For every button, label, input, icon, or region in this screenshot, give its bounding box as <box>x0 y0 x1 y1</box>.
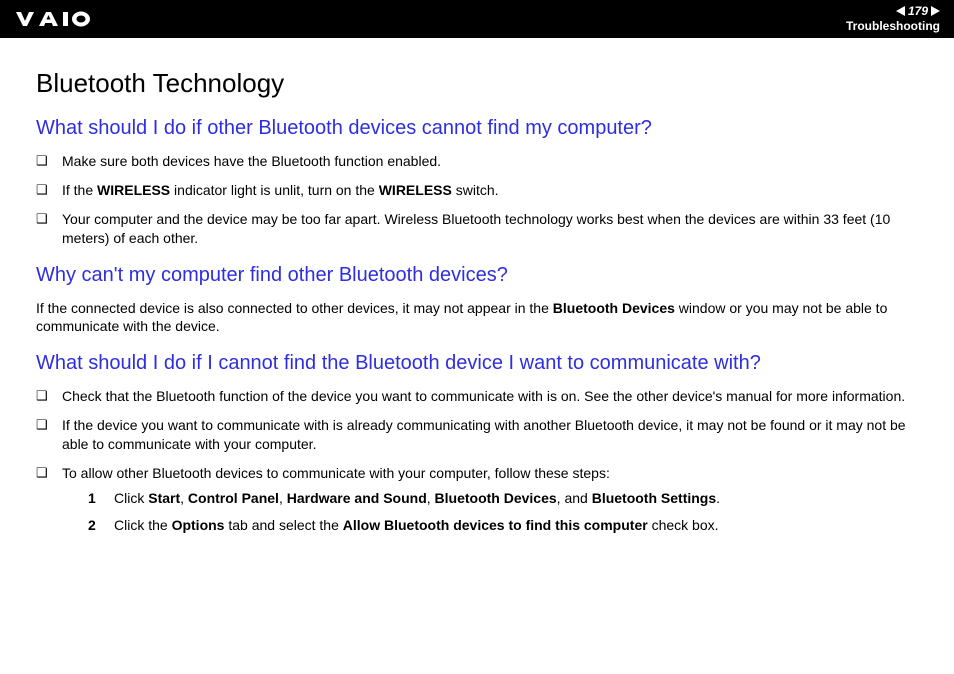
next-page-arrow-icon[interactable] <box>931 6 940 16</box>
bullet-lead-text: To allow other Bluetooth devices to comm… <box>62 465 610 481</box>
bullet-icon: ❑ <box>36 210 62 228</box>
bullet-icon: ❑ <box>36 416 62 434</box>
bullet-text: Your computer and the device may be too … <box>62 210 918 248</box>
step-number: 2 <box>88 516 114 535</box>
list-item: ❑ If the device you want to communicate … <box>36 416 918 454</box>
section-heading: Why can't my computer find other Bluetoo… <box>36 264 918 287</box>
bullet-list: ❑ Check that the Bluetooth function of t… <box>36 387 918 542</box>
bullet-text: To allow other Bluetooth devices to comm… <box>62 464 918 543</box>
list-item: ❑ If the WIRELESS indicator light is unl… <box>36 181 918 200</box>
page-nav: 179 <box>896 5 940 18</box>
section-heading: What should I do if other Bluetooth devi… <box>36 117 918 140</box>
paragraph: If the connected device is also connecte… <box>36 299 918 337</box>
page-number: 179 <box>908 5 928 18</box>
bullet-icon: ❑ <box>36 152 62 170</box>
page-title: Bluetooth Technology <box>36 68 918 99</box>
bullet-list: ❑ Make sure both devices have the Blueto… <box>36 152 918 248</box>
step-number: 1 <box>88 489 114 508</box>
bullet-icon: ❑ <box>36 387 62 405</box>
step-text: Click Start, Control Panel, Hardware and… <box>114 489 720 508</box>
bullet-text: Make sure both devices have the Bluetoot… <box>62 152 918 171</box>
step-item: 2 Click the Options tab and select the A… <box>88 516 918 535</box>
step-text: Click the Options tab and select the All… <box>114 516 719 535</box>
step-item: 1 Click Start, Control Panel, Hardware a… <box>88 489 918 508</box>
list-item: ❑ Your computer and the device may be to… <box>36 210 918 248</box>
bullet-icon: ❑ <box>36 464 62 482</box>
bullet-text: If the WIRELESS indicator light is unlit… <box>62 181 918 200</box>
numbered-list: 1 Click Start, Control Panel, Hardware a… <box>88 489 918 535</box>
section-heading: What should I do if I cannot find the Bl… <box>36 352 918 375</box>
page-content: Bluetooth Technology What should I do if… <box>0 38 954 579</box>
bullet-text: If the device you want to communicate wi… <box>62 416 918 454</box>
list-item: ❑ Check that the Bluetooth function of t… <box>36 387 918 406</box>
prev-page-arrow-icon[interactable] <box>896 6 905 16</box>
bullet-icon: ❑ <box>36 181 62 199</box>
breadcrumb: Troubleshooting <box>846 20 940 33</box>
vaio-logo <box>16 11 116 27</box>
list-item: ❑ To allow other Bluetooth devices to co… <box>36 464 918 543</box>
header-right: 179 Troubleshooting <box>846 5 940 33</box>
bullet-text: Check that the Bluetooth function of the… <box>62 387 918 406</box>
list-item: ❑ Make sure both devices have the Blueto… <box>36 152 918 171</box>
header-bar: 179 Troubleshooting <box>0 0 954 38</box>
